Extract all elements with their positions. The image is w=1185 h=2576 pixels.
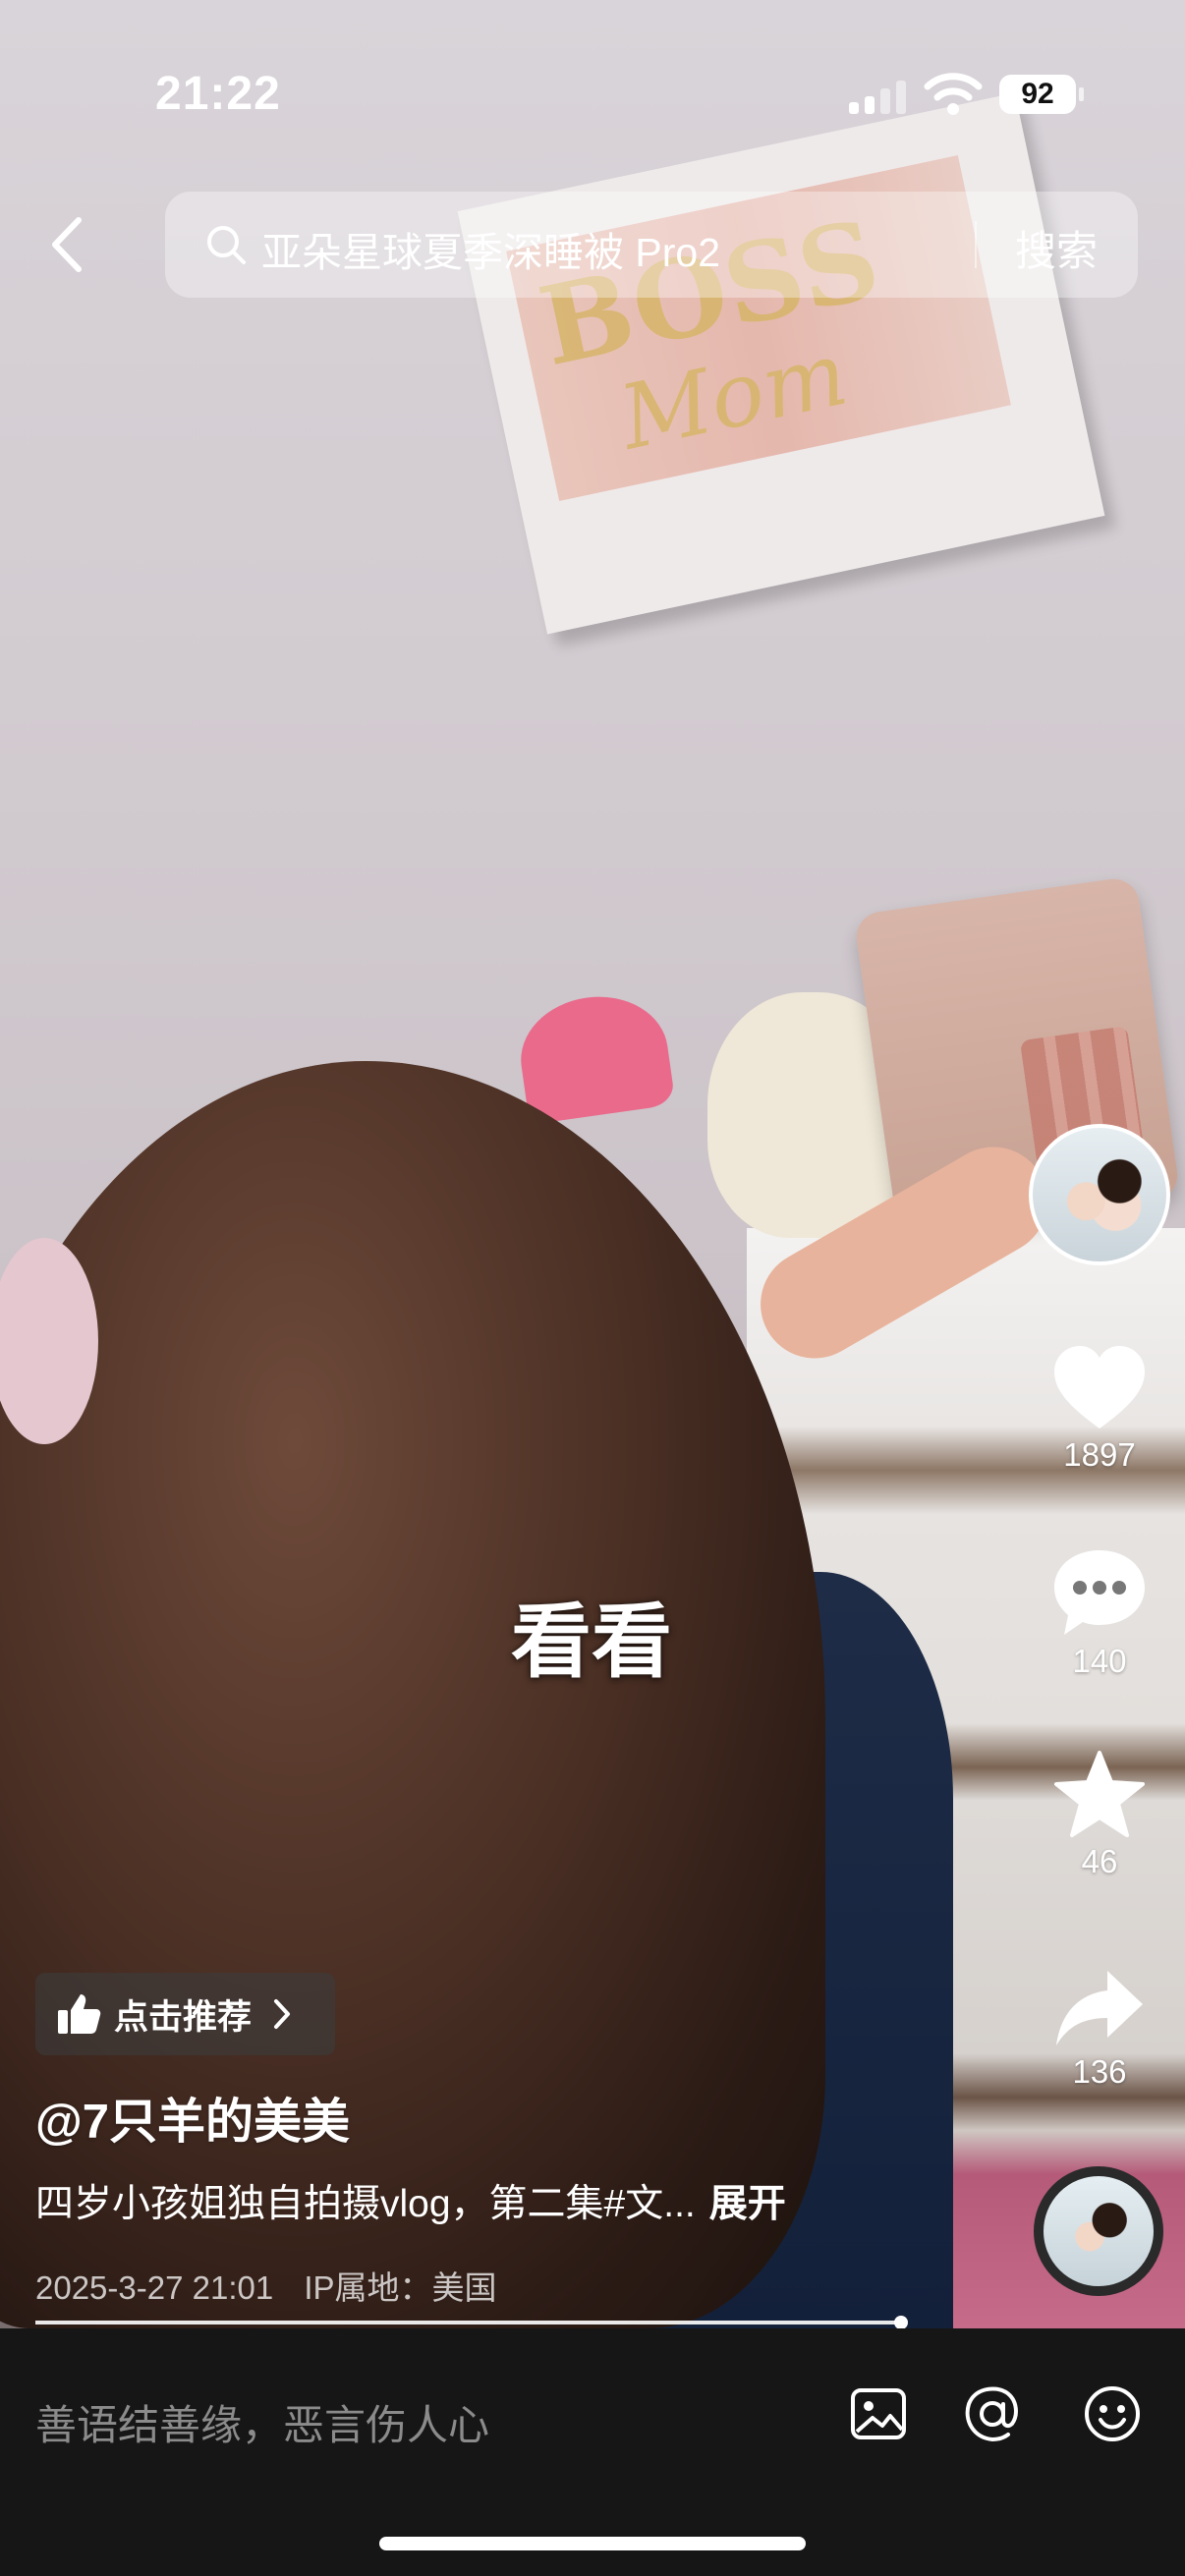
heart-icon bbox=[1054, 1346, 1145, 1428]
back-icon[interactable] bbox=[35, 210, 104, 279]
search-divider bbox=[975, 221, 977, 268]
share-arrow-icon bbox=[1056, 1971, 1143, 2045]
toy-hat-image bbox=[513, 987, 676, 1125]
thumbs-up-icon bbox=[58, 1994, 101, 2034]
wall-sign-image: BOSS Mom bbox=[457, 92, 1105, 635]
recommend-label: 点击推荐 bbox=[114, 1997, 253, 2037]
like-count: 1897 bbox=[1063, 1436, 1136, 1473]
comment-icon bbox=[1054, 1550, 1145, 1635]
status-time: 21:22 bbox=[155, 68, 281, 120]
progress-handle[interactable] bbox=[894, 2316, 908, 2329]
mention-icon[interactable] bbox=[961, 2382, 1024, 2445]
description-text: 四岁小孩姐独自拍摄vlog，第二集#文... bbox=[35, 2183, 696, 2225]
search-bar[interactable]: 亚朵星球夏季深睡被 Pro2 搜索 bbox=[165, 192, 1138, 298]
star-icon bbox=[1054, 1751, 1145, 1837]
share-count: 136 bbox=[1072, 2053, 1127, 2090]
favorite-button[interactable]: 46 bbox=[1044, 1749, 1156, 1880]
share-button[interactable]: 136 bbox=[1044, 1967, 1156, 2091]
home-indicator[interactable] bbox=[379, 2537, 806, 2550]
post-date: 2025-3-27 21:01 bbox=[35, 2269, 274, 2306]
expand-button[interactable]: 展开 bbox=[709, 2183, 786, 2225]
like-button[interactable]: 1897 bbox=[1044, 1342, 1156, 1474]
comment-button[interactable]: 140 bbox=[1044, 1546, 1156, 1680]
video-description: 四岁小孩姐独自拍摄vlog，第二集#文... 展开 bbox=[35, 2173, 786, 2228]
search-button[interactable]: 搜索 bbox=[1015, 218, 1098, 278]
emoji-icon[interactable] bbox=[1081, 2382, 1144, 2445]
video-progress-bar[interactable] bbox=[35, 2321, 902, 2324]
battery-indicator: 92 bbox=[999, 75, 1084, 114]
post-meta: 2025-3-27 21:01 IP属地：美国 bbox=[35, 2262, 497, 2309]
search-query-text: 亚朵星球夏季深睡被 Pro2 bbox=[261, 230, 720, 275]
comment-input[interactable]: 善语结善缘，恶言伤人心 bbox=[35, 2392, 489, 2452]
image-icon[interactable] bbox=[847, 2382, 910, 2445]
favorite-count: 46 bbox=[1081, 1843, 1118, 1879]
chevron-right-icon bbox=[274, 1999, 291, 2029]
ip-location: IP属地：美国 bbox=[304, 2269, 497, 2306]
wifi-icon bbox=[924, 73, 983, 115]
video-subtitle: 看看 bbox=[511, 1597, 673, 1687]
cellular-signal-icon bbox=[849, 79, 906, 114]
search-icon bbox=[207, 226, 246, 264]
recommend-button[interactable]: 点击推荐 bbox=[35, 1973, 335, 2055]
comment-count: 140 bbox=[1072, 1643, 1127, 1679]
video-screen: BOSS Mom 21:22 92 亚朵星球夏季深睡被 Pro2 搜索 看看 1… bbox=[0, 0, 1185, 2576]
author-avatar[interactable] bbox=[1029, 1124, 1170, 1265]
author-name[interactable]: @7只羊的美美 bbox=[35, 2083, 350, 2153]
music-disc[interactable] bbox=[1034, 2166, 1163, 2296]
